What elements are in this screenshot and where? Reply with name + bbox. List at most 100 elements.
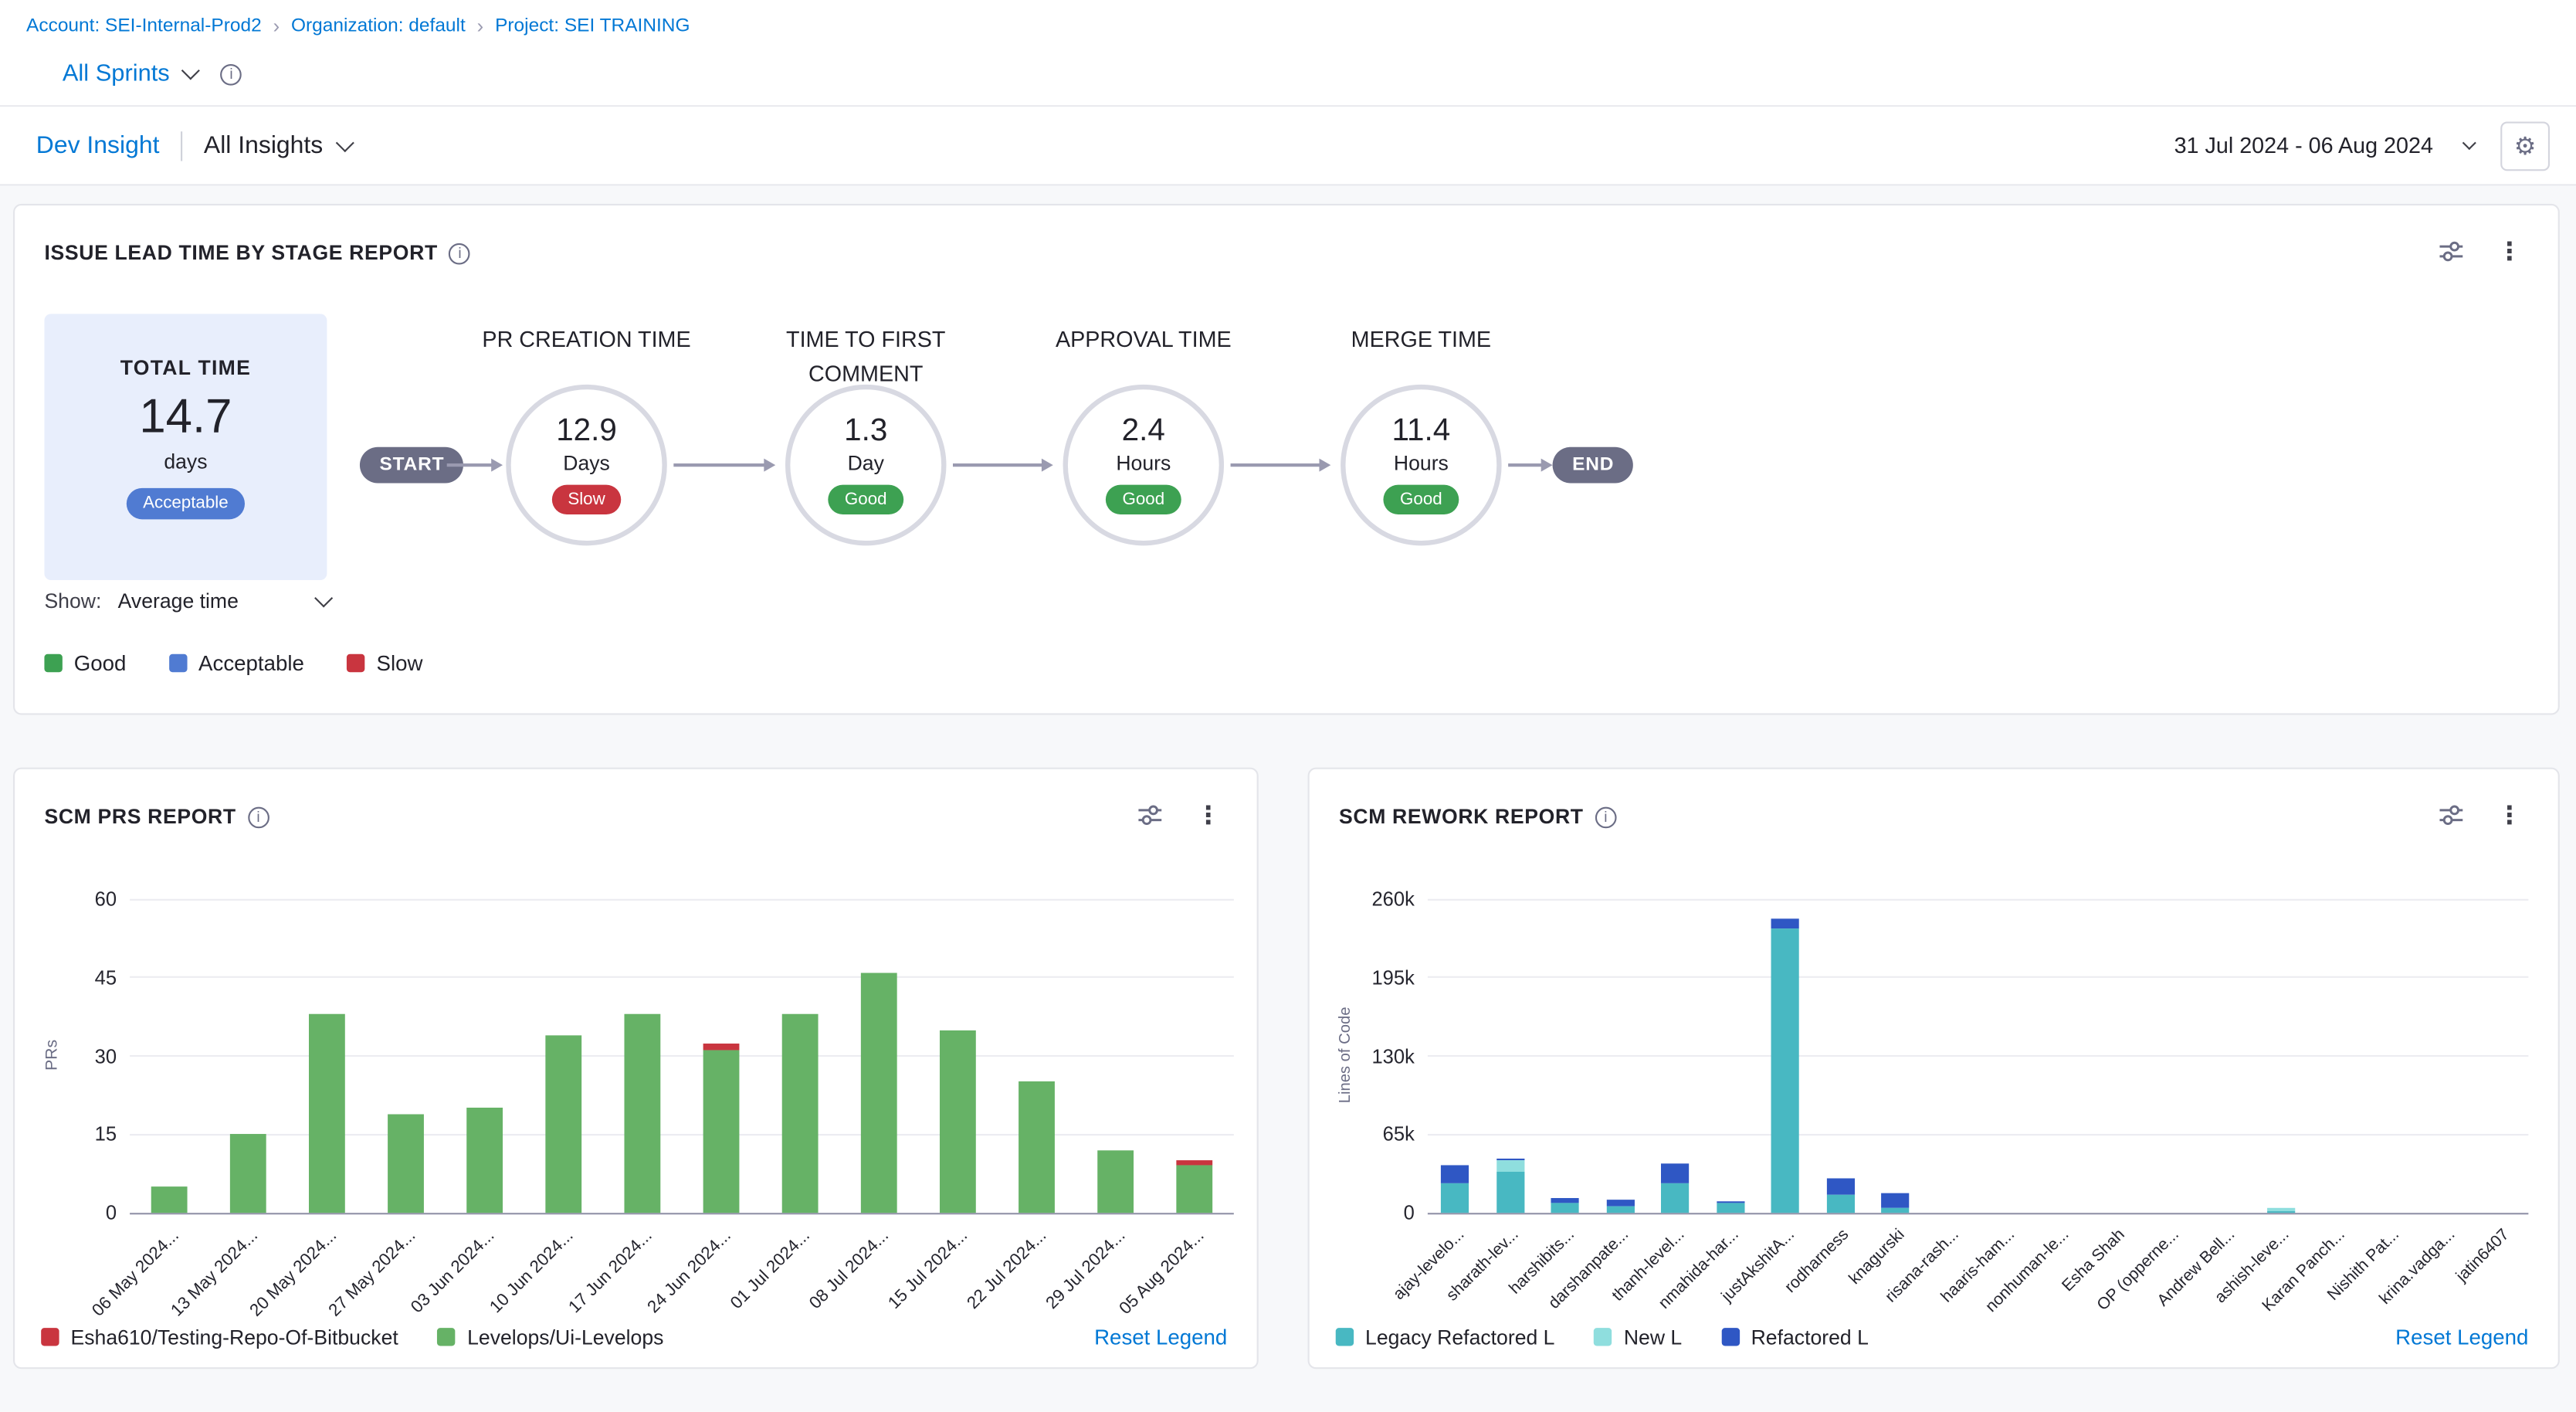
bar-harshibits...[interactable] [1551,1198,1579,1213]
card-title: ISSUE LEAD TIME BY STAGE REPORT [44,242,437,265]
bar-segment [1662,1183,1690,1213]
stage-merge-time[interactable]: 11.4 Hours Good [1341,385,1502,546]
stage-name: APPROVAL TIME [1020,322,1266,357]
bar-15 Jul 2024...[interactable] [940,1030,976,1213]
breadcrumb-account-link[interactable]: Account: SEI-Internal-Prod2 [26,16,262,36]
scm-prs-report-card: SCM PRS REPORT i ⋮ PRs 015304560 06 May … [13,768,1259,1370]
stage-time-to-first-comment[interactable]: 1.3 Day Good [785,385,947,546]
legend-item-slow[interactable]: Slow [347,651,422,676]
legend-item-good[interactable]: Good [44,651,126,676]
stage-unit: Hours [1116,451,1171,474]
bar-justAkshitA...[interactable] [1771,918,1799,1213]
kebab-menu-icon[interactable]: ⋮ [2497,239,2522,264]
info-icon[interactable]: i [449,243,471,264]
divider [181,131,182,160]
stage-value: 11.4 [1392,416,1451,450]
stage-pr-creation-time[interactable]: 12.9 Days Slow [506,385,667,546]
show-value: Average time [118,590,239,613]
bar-08 Jul 2024...[interactable] [861,972,897,1213]
info-icon[interactable]: i [221,63,242,85]
kebab-menu-icon[interactable]: ⋮ [2497,803,2522,827]
bar-segment [1176,1160,1212,1166]
bar-segment [1606,1200,1634,1207]
bar-24 Jun 2024...[interactable] [703,1043,740,1213]
legend-label: Legacy Refactored L [1365,1325,1554,1349]
bar-20 May 2024...[interactable] [309,1014,345,1213]
widget-filter-button[interactable] [1137,802,1163,828]
y-axis-tick-label: 0 [106,1200,117,1226]
breadcrumb-separator: › [477,15,484,38]
stage-unit: Hours [1394,451,1449,474]
bar-10 Jun 2024...[interactable] [545,1035,581,1213]
legend-item-refactored[interactable]: Refactored L [1721,1325,1869,1349]
stage-approval-time[interactable]: 2.4 Hours Good [1063,385,1225,546]
date-range-selector[interactable]: 31 Jul 2024 - 06 Aug 2024 [2174,133,2433,158]
widget-filter-button[interactable] [2438,239,2464,265]
bar-segment [782,1014,819,1213]
legend-label: Good [74,651,127,676]
bar-segment [1097,1150,1134,1213]
bar-nmahida-har...[interactable] [1717,1201,1744,1213]
legend-label: Levelops/Ui-Levelops [467,1325,663,1349]
bar-27 May 2024...[interactable] [388,1114,424,1213]
show-dropdown[interactable]: Show: Average time [44,590,330,613]
info-icon[interactable]: i [1595,806,1617,828]
chevron-down-icon [2462,135,2476,149]
legend-item-acceptable[interactable]: Acceptable [169,651,304,676]
bar-ajay-levelo...[interactable] [1441,1165,1469,1213]
insight-selector[interactable]: All Insights [204,131,323,159]
bar-rodharness[interactable] [1826,1178,1854,1213]
bar-segment [2267,1210,2295,1213]
bar-darshanpate...[interactable] [1606,1200,1634,1213]
end-pill: END [1553,447,1634,484]
y-axis-tick-label: 45 [95,964,117,990]
bar-segment [1606,1207,1634,1213]
bar-sharath-lev...[interactable] [1496,1159,1524,1213]
flow-arrow [447,463,493,467]
bar-03 Jun 2024...[interactable] [466,1108,503,1213]
bar-17 Jun 2024...[interactable] [624,1014,660,1213]
bar-01 Jul 2024...[interactable] [782,1014,819,1213]
scm-rework-report-card: SCM REWORK REPORT i ⋮ Lines of Code 065k… [1308,768,2560,1370]
dev-insight-link[interactable]: Dev Insight [36,131,160,159]
legend-item-repo-2[interactable]: Levelops/Ui-Levelops [438,1325,664,1349]
sprint-selector[interactable]: All Sprints i [63,54,242,93]
info-icon[interactable]: i [248,806,269,828]
sliders-icon [1137,802,1163,828]
reset-legend-link[interactable]: Reset Legend [1094,1325,1227,1349]
bar-segment [1176,1166,1212,1213]
bar-segment [703,1043,740,1051]
y-axis-tick-label: 15 [95,1122,117,1148]
y-axis: 065k130k195k260k [1310,899,1415,1213]
legend-item-new[interactable]: New L [1595,1325,1683,1349]
bar-ashish-leve...[interactable] [2267,1209,2295,1213]
stage-unit: Days [563,451,610,474]
kebab-menu-icon[interactable]: ⋮ [1196,803,1221,827]
widget-filter-button[interactable] [2438,802,2464,828]
bar-29 Jul 2024...[interactable] [1097,1150,1134,1213]
breadcrumb-organization-link[interactable]: Organization: default [291,16,466,36]
bar-13 May 2024...[interactable] [230,1135,266,1213]
stage-name: PR CREATION TIME [463,322,710,357]
legend-item-repo-1[interactable]: Esha610/Testing-Repo-Of-Bitbucket [41,1325,398,1349]
bar-segment [1551,1203,1579,1213]
legend-swatch [41,1328,59,1346]
bar-22 Jul 2024...[interactable] [1019,1082,1055,1213]
reset-legend-link[interactable]: Reset Legend [2395,1325,2528,1349]
breadcrumb-project-link[interactable]: Project: SEI TRAINING [495,16,690,36]
show-label: Show: [44,590,101,613]
bar-knagurski[interactable] [1882,1193,1910,1213]
legend-item-legacy-refactored[interactable]: Legacy Refactored L [1336,1325,1555,1349]
bar-segment [1771,918,1799,929]
settings-button[interactable]: ⚙ [2500,120,2550,170]
bar-06 May 2024...[interactable] [151,1186,188,1213]
bar-05 Aug 2024...[interactable] [1176,1160,1212,1213]
bar-thanh-level...[interactable] [1662,1163,1690,1213]
bar-segment [703,1051,740,1213]
total-rating-badge: Acceptable [127,488,245,519]
stage-unit: Day [848,451,884,474]
y-axis: 015304560 [15,899,117,1213]
chart-legend: Esha610/Testing-Repo-Of-Bitbucket Levelo… [41,1325,1227,1349]
bar-segment [309,1014,345,1213]
gridline [1428,976,2528,978]
